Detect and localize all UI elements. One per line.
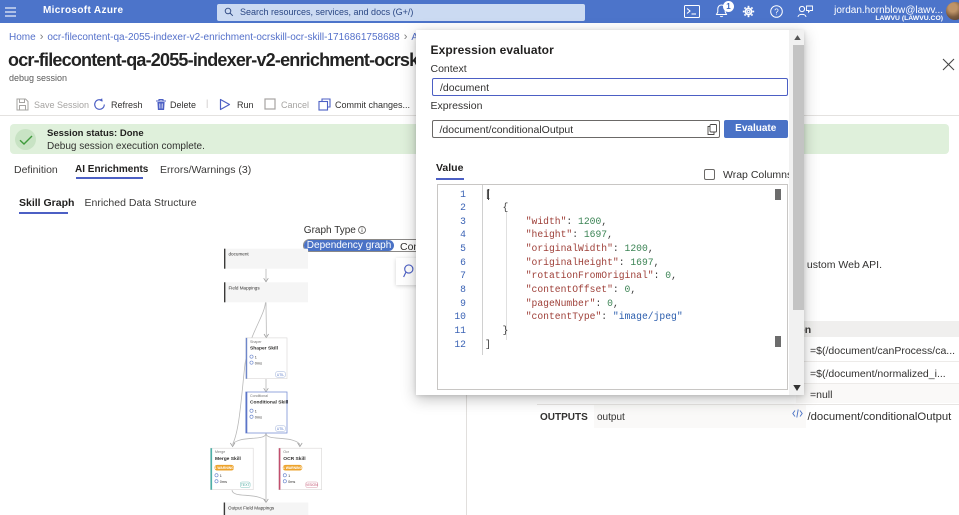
svg-text:Ocr: Ocr — [283, 450, 290, 454]
svg-text:1: 1 — [255, 409, 257, 413]
svg-text:Merge: Merge — [215, 450, 225, 454]
svg-text:VISION: VISION — [306, 483, 318, 487]
svg-text:1: 1 — [255, 355, 257, 359]
svg-text:1: 1 — [220, 474, 222, 478]
svg-text:?: ? — [774, 7, 779, 16]
svg-text:OCR Skill: OCR Skill — [283, 456, 306, 462]
svg-text:Field Mappings: Field Mappings — [229, 285, 261, 290]
svg-text:Merge Skill: Merge Skill — [215, 456, 241, 462]
svg-text:Shaper Skill: Shaper Skill — [250, 346, 279, 352]
svg-text:0ms: 0ms — [220, 480, 227, 484]
svg-text:UTIL: UTIL — [277, 427, 284, 431]
svg-text:Shaper: Shaper — [250, 340, 262, 344]
svg-text:0ms: 0ms — [255, 415, 262, 419]
svg-text:UTIL: UTIL — [277, 373, 284, 377]
svg-text:1: 1 — [288, 474, 290, 478]
svg-text:Conditional Skill: Conditional Skill — [250, 400, 289, 406]
svg-text:Conditional: Conditional — [250, 394, 268, 398]
svg-text:document: document — [229, 252, 250, 257]
svg-text:1 WARNING: 1 WARNING — [283, 466, 303, 470]
svg-text:0ms: 0ms — [288, 480, 295, 484]
svg-text:0ms: 0ms — [255, 361, 262, 365]
svg-text:TEXT: TEXT — [241, 483, 250, 487]
svg-text:1 WARNING: 1 WARNING — [215, 466, 235, 470]
svg-text:Output Field Mappings: Output Field Mappings — [228, 505, 275, 510]
